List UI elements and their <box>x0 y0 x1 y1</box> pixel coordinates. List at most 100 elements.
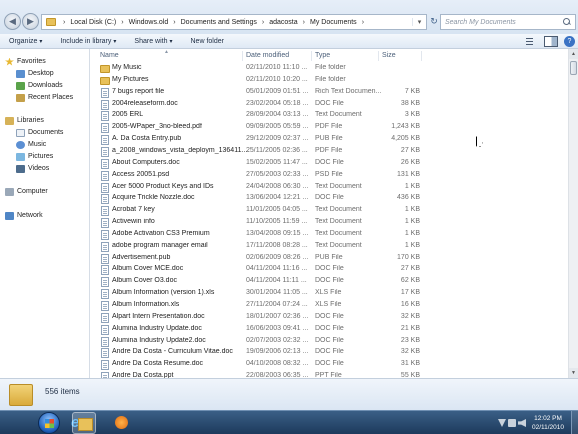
nav-downloads-label: Downloads <box>28 82 63 89</box>
clock[interactable]: 12:02 PM 02/11/2010 <box>528 414 568 432</box>
table-row[interactable]: a_2008_windows_vista_deploym_136411.... 2… <box>91 146 569 158</box>
nav-recent-places[interactable]: Recent Places <box>16 92 73 103</box>
table-row[interactable]: Alumina Industry Update2.doc 02/07/2003 0… <box>91 336 569 348</box>
table-row[interactable]: Access 20051.psd 27/05/2003 02:33 ... PSD … <box>91 170 569 182</box>
document-icon <box>101 218 109 229</box>
nav-computer[interactable]: Computer <box>5 186 48 197</box>
chevron-down-icon: ▾ <box>39 38 43 45</box>
nav-favorites[interactable]: Favorites <box>5 56 46 67</box>
table-row[interactable]: A. Da Costa Entry.pub 29/12/2009 02:37 ..… <box>91 134 569 146</box>
chevron-right-icon[interactable]: › <box>259 19 267 26</box>
table-row[interactable]: Andre Da Costa Resume.doc 04/10/2008 08:3… <box>91 359 569 371</box>
chevron-right-icon[interactable]: › <box>60 19 68 26</box>
change-view-icon[interactable] <box>524 36 538 47</box>
table-row[interactable]: Album Information (version 1).xls 30/01/2… <box>91 288 569 300</box>
table-row[interactable]: About Computers.doc 15/02/2005 11:47 ... D… <box>91 158 569 170</box>
column-divider[interactable] <box>421 51 422 61</box>
table-row[interactable]: 2004releaseform.doc 23/02/2004 05:18 ... D… <box>91 99 569 111</box>
table-row[interactable]: Andre Da Costa - Curriculum Vitae.doc 19/… <box>91 347 569 359</box>
scroll-up-icon[interactable]: ▲ <box>569 49 578 59</box>
search-input[interactable]: Search My Documents <box>440 14 576 30</box>
include-in-library-button[interactable]: Include in library ▾ <box>51 38 125 45</box>
refresh-button[interactable]: ↻ <box>428 14 440 30</box>
table-row[interactable]: adobe program manager email 17/11/2008 08… <box>91 241 569 253</box>
nav-desktop[interactable]: Desktop <box>16 68 54 79</box>
new-folder-button[interactable]: New folder <box>182 38 233 45</box>
table-row[interactable]: Advertisement.pub 02/06/2009 08:26 ... PUB… <box>91 253 569 265</box>
document-icon <box>101 182 109 193</box>
table-row[interactable]: Acer 5000 Product Keys and IDs 24/04/2008… <box>91 182 569 194</box>
column-divider[interactable] <box>311 51 312 61</box>
column-divider[interactable] <box>378 51 379 61</box>
breadcrumb-documents-and-settings[interactable]: Documents and Settings <box>179 19 259 26</box>
column-name[interactable]: Name <box>100 52 119 59</box>
tray-flag-icon[interactable] <box>498 419 506 427</box>
scrollbar-thumb[interactable] <box>570 61 577 75</box>
scroll-down-icon[interactable]: ▼ <box>569 368 578 378</box>
preview-pane-icon[interactable] <box>544 35 558 47</box>
column-size[interactable]: Size <box>382 52 396 59</box>
table-row[interactable]: My Pictures 02/11/2010 10:20 ... File fold… <box>91 75 569 87</box>
table-row[interactable]: Album Cover MCE.doc 04/11/2004 11:16 ... D… <box>91 264 569 276</box>
file-size: 1 KB <box>404 241 420 249</box>
table-row[interactable]: Album Cover O3.doc 04/11/2004 11:11 ... DO… <box>91 276 569 288</box>
table-row[interactable]: Album Information.xls 27/11/2004 07:24 ..… <box>91 300 569 312</box>
table-row[interactable]: Acrobat 7 key 11/01/2005 04:05 ... Text Do… <box>91 205 569 217</box>
column-date-modified[interactable]: Date modified <box>246 52 289 59</box>
nav-network[interactable]: Network <box>5 210 43 221</box>
file-name: Album Cover O3.doc <box>112 277 177 285</box>
share-with-button[interactable]: Share with ▾ <box>125 38 181 45</box>
column-divider[interactable] <box>242 51 243 61</box>
nav-videos[interactable]: Videos <box>16 163 49 174</box>
table-row[interactable]: Acquire Trickle Nozzle.doc 13/06/2004 12:… <box>91 193 569 205</box>
nav-pictures[interactable]: Pictures <box>16 151 53 162</box>
file-name: Andre Da Costa - Curriculum Vitae.doc <box>112 348 233 356</box>
file-name: A. Da Costa Entry.pub <box>112 135 182 143</box>
file-size: 31 KB <box>400 360 420 368</box>
search-icon[interactable] <box>562 17 572 27</box>
file-name: Andre Da Costa Resume.doc <box>112 360 204 368</box>
table-row[interactable]: 2005-WPaper_3no-bleed.pdf 09/09/2005 05:5… <box>91 122 569 134</box>
nav-downloads[interactable]: Downloads <box>16 80 63 91</box>
back-button[interactable]: ◀ <box>4 13 21 30</box>
address-dropdown-icon[interactable]: ▾ <box>412 18 426 26</box>
table-row[interactable]: My Music 02/11/2010 11:10 ... File folder <box>91 63 569 75</box>
nav-documents[interactable]: Documents <box>16 127 63 138</box>
table-row[interactable]: Andre Da Costa.ppt 22/08/2003 06:35 ... PP… <box>91 371 569 378</box>
table-row[interactable]: Activewin info 11/10/2005 11:59 ... Text D… <box>91 217 569 229</box>
vertical-scrollbar[interactable]: ▲ ▼ <box>568 49 578 378</box>
forward-button[interactable]: ▶ <box>22 13 39 30</box>
breadcrumb-my-documents[interactable]: My Documents <box>308 19 359 26</box>
file-size: 1 KB <box>404 206 420 214</box>
file-name: Alumina Industry Update.doc <box>112 324 202 332</box>
show-desktop-button[interactable] <box>571 411 578 434</box>
organize-button[interactable]: Organize ▾ <box>0 38 51 45</box>
table-row[interactable]: Adobe Activation CS3 Premium 13/04/2008 0… <box>91 229 569 241</box>
help-icon[interactable]: ? <box>564 35 575 47</box>
file-name: 2005 ERL <box>112 111 144 119</box>
windows-explorer-icon[interactable] <box>72 412 96 434</box>
media-player-icon[interactable] <box>110 412 136 434</box>
breadcrumb-adacosta[interactable]: adacosta <box>267 19 299 26</box>
table-row[interactable]: 7 bugs report file 05/01/2009 01:51 ... Ri… <box>91 87 569 99</box>
breadcrumb-local-disk[interactable]: Local Disk (C:) <box>68 19 118 26</box>
table-row[interactable]: 2005 ERL 28/09/2004 03:13 ... Text Documen… <box>91 110 569 122</box>
document-icon <box>101 241 109 252</box>
tray-network-icon[interactable] <box>508 419 516 427</box>
chevron-right-icon[interactable]: › <box>300 19 308 26</box>
column-type[interactable]: Type <box>315 52 330 59</box>
chevron-right-icon[interactable]: › <box>170 19 178 26</box>
tray-volume-icon[interactable] <box>518 419 526 427</box>
pictures-icon <box>16 152 25 161</box>
table-row[interactable]: Alpart Intern Presentation.doc 18/01/2007… <box>91 312 569 324</box>
chevron-right-icon[interactable]: › <box>359 19 367 26</box>
address-bar[interactable]: › Local Disk (C:) › Windows.old › Docume… <box>41 14 427 30</box>
file-type: PUB File <box>315 253 343 261</box>
start-button[interactable] <box>38 412 60 434</box>
table-row[interactable]: Alumina Industry Update.doc 16/06/2003 09… <box>91 324 569 336</box>
chevron-right-icon[interactable]: › <box>118 19 126 26</box>
nav-music[interactable]: Music <box>16 139 46 150</box>
nav-libraries[interactable]: Libraries <box>5 115 44 126</box>
breadcrumb-windows-old[interactable]: Windows.old <box>127 19 171 26</box>
file-date-modified: 11/01/2005 04:05 ... <box>246 206 308 214</box>
